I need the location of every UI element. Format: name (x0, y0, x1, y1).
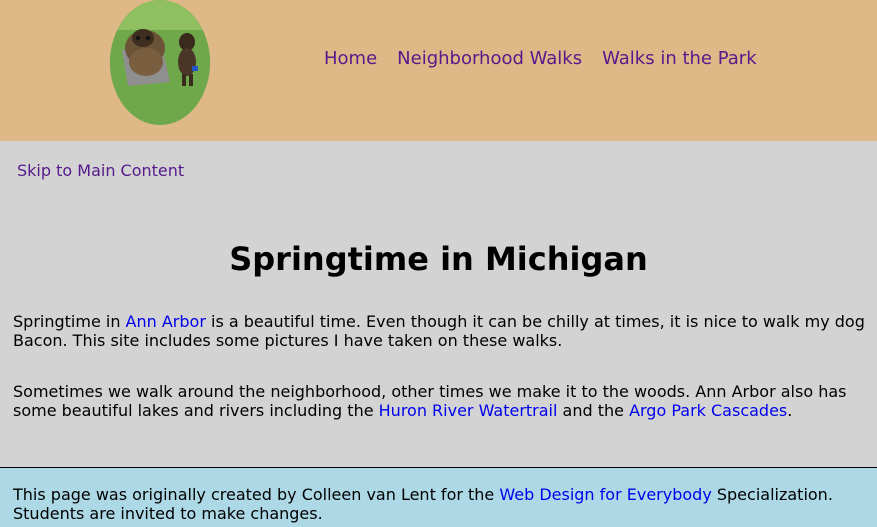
main-nav: Home Neighborhood Walks Walks in the Park (324, 48, 777, 69)
nav-link-home[interactable]: Home (324, 48, 377, 69)
walks-text-3: . (787, 401, 793, 420)
logo-image (110, 0, 210, 125)
intro-text-1: Springtime in (13, 312, 126, 331)
nav-link-neighborhood-walks[interactable]: Neighborhood Walks (397, 48, 582, 69)
site-footer: This page was originally created by Coll… (0, 467, 877, 527)
argo-park-link[interactable]: Argo Park Cascades (629, 401, 787, 420)
ann-arbor-link[interactable]: Ann Arbor (126, 312, 206, 331)
web-design-link[interactable]: Web Design for Everybody (499, 485, 711, 504)
intro-paragraph: Springtime in Ann Arbor is a beautiful t… (13, 312, 868, 350)
walks-text-2: and the (557, 401, 630, 420)
huron-river-link[interactable]: Huron River Watertrail (379, 401, 558, 420)
page-title: Springtime in Michigan (229, 240, 648, 278)
footer-credit: This page was originally created by Coll… (13, 485, 868, 523)
walks-paragraph: Sometimes we walk around the neighborhoo… (13, 382, 868, 420)
footer-text-1: This page was originally created by Coll… (13, 485, 500, 504)
nav-link-walks-in-the-park[interactable]: Walks in the Park (602, 48, 757, 69)
site-header: Home Neighborhood Walks Walks in the Park (0, 0, 877, 141)
skip-to-main-link[interactable]: Skip to Main Content (17, 161, 184, 180)
